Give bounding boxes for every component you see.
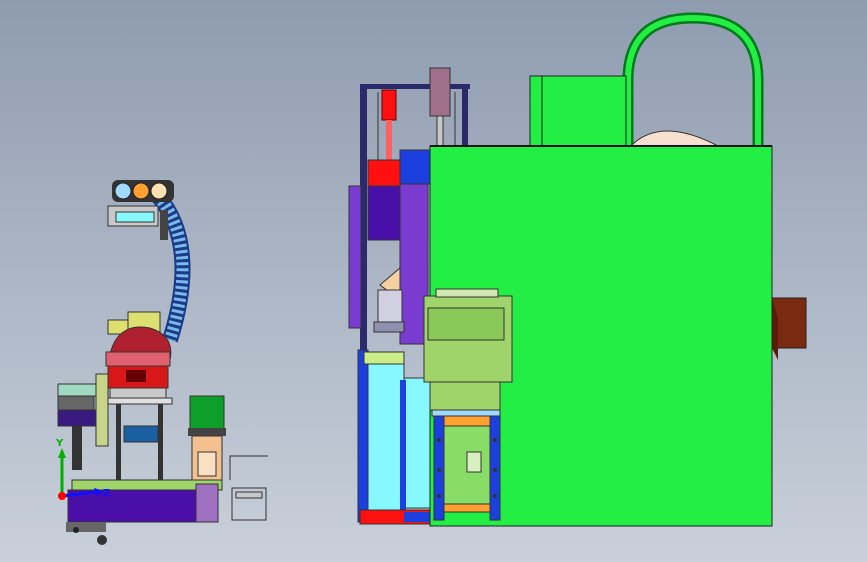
spindle-motor xyxy=(429,67,451,117)
signal-lights xyxy=(112,180,174,202)
purple-side-panel xyxy=(348,185,362,329)
side-motor xyxy=(123,425,159,443)
guard-arch xyxy=(622,12,764,145)
green-block xyxy=(189,395,225,431)
cad-scene: Y Z xyxy=(55,12,807,545)
red-cylinder xyxy=(381,89,397,121)
red-block xyxy=(367,159,401,187)
stand-top-rail xyxy=(439,415,495,427)
blue-block-top xyxy=(399,149,431,185)
left-block xyxy=(57,409,97,427)
triad-origin xyxy=(58,492,66,500)
foot-icon xyxy=(97,535,107,545)
frame-top-bar xyxy=(360,84,470,89)
column-left xyxy=(116,404,121,486)
cyan-cabinet xyxy=(363,351,405,513)
dome-cover xyxy=(628,130,721,148)
column-right xyxy=(158,404,163,486)
left-robot-assembly xyxy=(57,180,268,545)
cad-viewport[interactable]: Y Z xyxy=(0,0,867,562)
robot-base-plate xyxy=(67,489,197,523)
triad-y-label: Y xyxy=(55,438,64,449)
triad-y-arrowhead xyxy=(58,448,66,458)
right-machine-assembly xyxy=(348,12,807,527)
top-housing-box xyxy=(529,75,627,147)
triad-z-label: Z xyxy=(103,488,110,499)
